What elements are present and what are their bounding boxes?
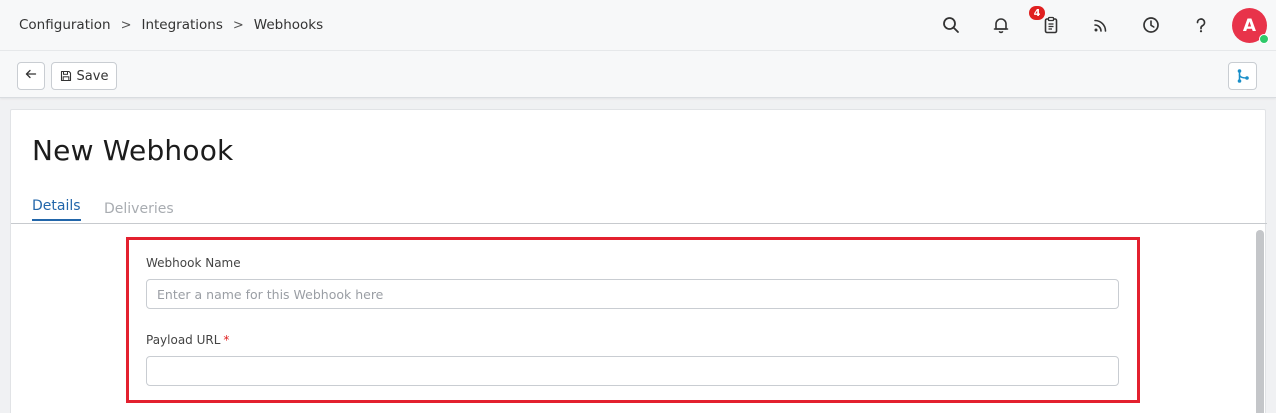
online-status-indicator (1259, 34, 1269, 44)
page-title: New Webhook (32, 134, 234, 167)
search-icon[interactable] (940, 14, 962, 36)
action-toolbar: Save (0, 51, 1276, 98)
rss-icon[interactable] (1090, 14, 1112, 36)
webhook-name-input[interactable] (146, 279, 1119, 309)
arrow-left-icon (25, 68, 37, 84)
scrollbar[interactable] (1255, 228, 1265, 413)
payload-url-label: Payload URL (146, 333, 221, 347)
tab-bar: Details Deliveries (11, 198, 1267, 224)
top-bar: Configuration > Integrations > Webhooks … (0, 0, 1276, 51)
help-icon[interactable] (1190, 14, 1212, 36)
bell-icon[interactable] (990, 14, 1012, 36)
branch-icon (1236, 68, 1250, 84)
clock-icon[interactable] (1140, 14, 1162, 36)
tab-details[interactable]: Details (32, 198, 81, 221)
workflow-button[interactable] (1228, 62, 1257, 90)
notification-badge: 4 (1029, 6, 1045, 20)
required-asterisk: * (223, 333, 230, 347)
payload-url-input[interactable] (146, 356, 1119, 386)
header-actions: 4 A (0, 0, 1276, 51)
payload-url-label-wrap: Payload URL * (146, 333, 229, 347)
tab-deliveries[interactable]: Deliveries (104, 201, 174, 217)
scrollbar-thumb[interactable] (1256, 230, 1264, 413)
save-button[interactable]: Save (51, 62, 117, 90)
webhook-name-label: Webhook Name (146, 256, 241, 270)
floppy-disk-icon (60, 70, 72, 82)
save-button-label: Save (76, 68, 109, 84)
back-button[interactable] (17, 62, 45, 90)
